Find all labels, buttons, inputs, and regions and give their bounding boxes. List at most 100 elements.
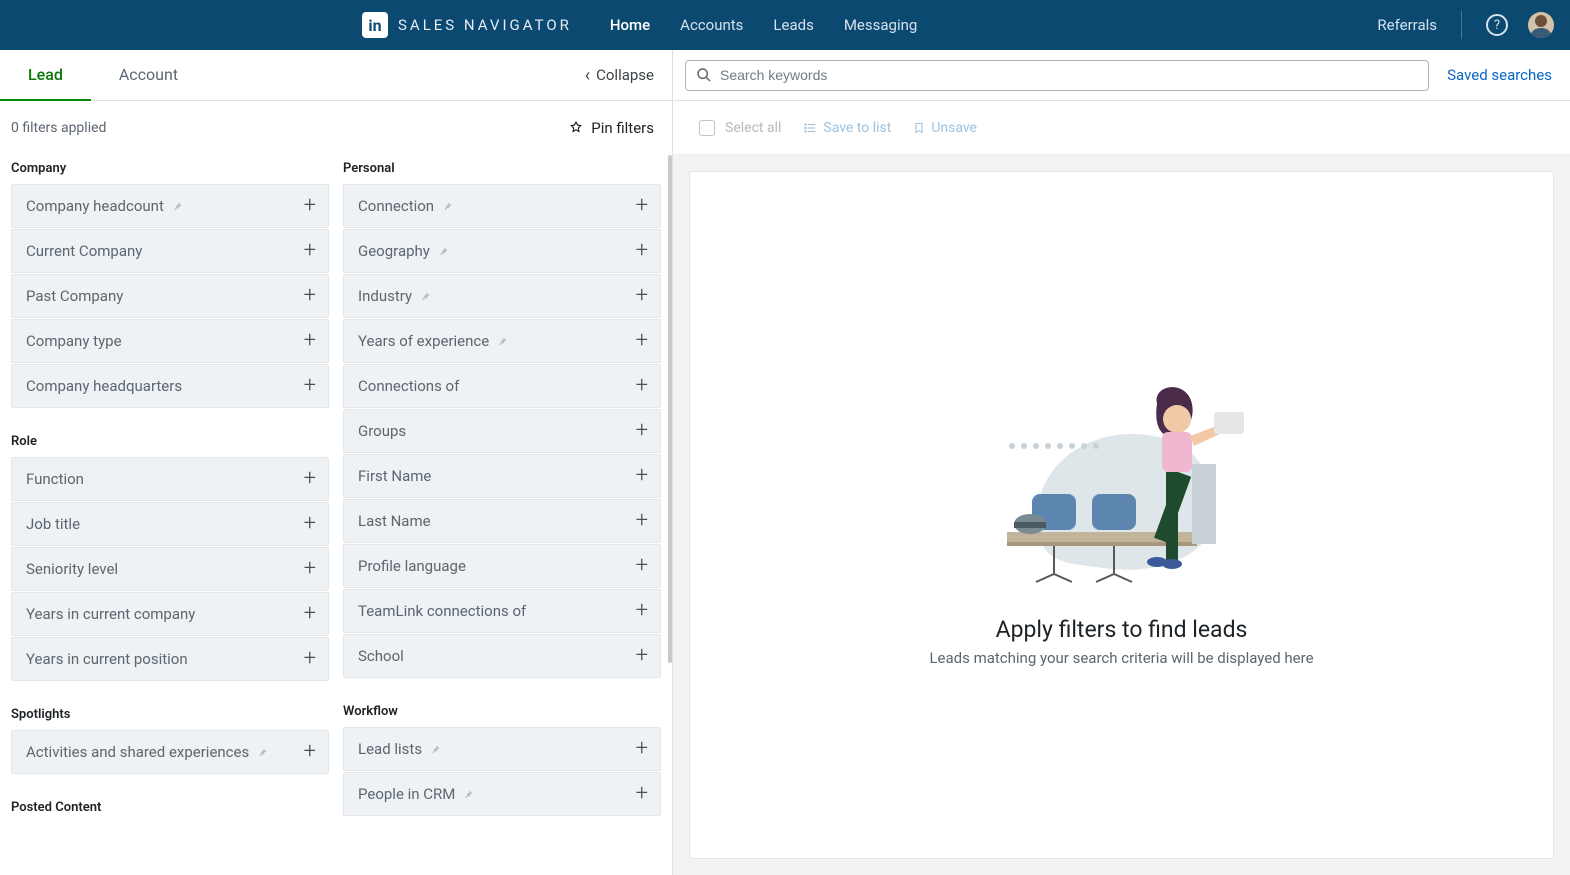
search-input[interactable] — [720, 67, 1418, 83]
filter-profile-language[interactable]: Profile language+ — [343, 544, 661, 588]
filter-past-company[interactable]: Past Company+ — [11, 274, 329, 318]
filters-columns: Company Company headcount+Current Compan… — [11, 155, 661, 823]
plus-icon: + — [636, 738, 648, 760]
divider — [1461, 11, 1462, 39]
referrals-link[interactable]: Referrals — [1377, 16, 1437, 34]
filter-label: People in CRM — [358, 785, 455, 803]
filter-groups[interactable]: Groups+ — [343, 409, 661, 453]
avatar[interactable] — [1528, 12, 1554, 38]
select-all-checkbox[interactable] — [699, 120, 715, 136]
pin-filters-button[interactable]: Pin filters — [569, 119, 654, 137]
pin-icon — [257, 747, 268, 758]
filter-years-in-current-company[interactable]: Years in current company + — [11, 592, 329, 636]
filter-label: Connections of — [358, 377, 459, 395]
filter-current-company[interactable]: Current Company+ — [11, 229, 329, 273]
filters-col-right: Personal Connection+Geography+Industry+Y… — [343, 155, 661, 823]
filter-label: Job title — [26, 515, 80, 533]
pin-icon — [430, 744, 441, 755]
filter-years-of-experience[interactable]: Years of experience + — [343, 319, 661, 363]
empty-subtitle: Leads matching your search criteria will… — [929, 649, 1313, 667]
plus-icon: + — [304, 375, 316, 397]
plus-icon: + — [636, 195, 648, 217]
filter-activities-and-shared-experiences[interactable]: Activities and shared experiences+ — [11, 730, 329, 774]
filter-connections-of[interactable]: Connections of + — [343, 364, 661, 408]
empty-title: Apply filters to find leads — [996, 616, 1248, 643]
filters-applied-label: 0 filters applied — [11, 120, 106, 136]
linkedin-icon: in — [362, 12, 388, 38]
filter-years-in-current-position[interactable]: Years in current position+ — [11, 637, 329, 681]
nav-link-accounts[interactable]: Accounts — [680, 16, 743, 34]
tab-account[interactable]: Account — [91, 50, 206, 101]
empty-illustration — [992, 364, 1252, 604]
top-nav: in SALES NAVIGATOR Home Accounts Leads M… — [0, 0, 1570, 50]
plus-icon: + — [304, 648, 316, 670]
plus-icon: + — [636, 285, 648, 307]
filter-function[interactable]: Function+ — [11, 457, 329, 501]
filter-label: Seniority level — [26, 560, 118, 578]
tabs-row: Lead Account ‹ Collapse — [0, 50, 672, 101]
unsave-button[interactable]: Unsave — [913, 120, 977, 136]
plus-icon: + — [636, 240, 648, 262]
nav-left: in SALES NAVIGATOR Home Accounts Leads M… — [362, 12, 917, 38]
nav-link-home[interactable]: Home — [610, 16, 650, 34]
saved-searches-link[interactable]: Saved searches — [1447, 66, 1552, 84]
results-panel: Saved searches Select all Save to list U… — [673, 50, 1570, 875]
filter-company-headquarters[interactable]: Company headquarters + — [11, 364, 329, 408]
filter-industry[interactable]: Industry + — [343, 274, 661, 318]
nav-right: Referrals ? — [1377, 11, 1554, 39]
filter-connection[interactable]: Connection+ — [343, 184, 661, 228]
filter-seniority-level[interactable]: Seniority level + — [11, 547, 329, 591]
plus-icon: + — [304, 513, 316, 535]
filter-label: TeamLink connections of — [358, 602, 526, 620]
chevron-left-icon: ‹ — [585, 65, 590, 86]
nav-link-messaging[interactable]: Messaging — [844, 16, 917, 34]
filter-lead-lists[interactable]: Lead lists+ — [343, 727, 661, 771]
filter-label: Years in current company — [26, 605, 195, 623]
pin-icon — [442, 201, 453, 212]
filter-first-name[interactable]: First Name + — [343, 454, 661, 498]
filter-school[interactable]: School+ — [343, 634, 661, 678]
filter-label: Company headquarters — [26, 377, 182, 395]
plus-icon: + — [636, 375, 648, 397]
select-all[interactable]: Select all — [699, 120, 781, 136]
filter-label: Last Name — [358, 512, 431, 530]
nav-links: Home Accounts Leads Messaging — [610, 16, 917, 34]
search-field[interactable] — [685, 60, 1429, 91]
main: Lead Account ‹ Collapse 0 filters applie… — [0, 50, 1570, 875]
filter-people-in-crm[interactable]: People in CRM+ — [343, 772, 661, 816]
filter-geography[interactable]: Geography+ — [343, 229, 661, 273]
pin-icon — [463, 789, 474, 800]
scrollbar[interactable] — [668, 155, 672, 663]
plus-icon: + — [636, 465, 648, 487]
filter-label: Industry — [358, 287, 412, 305]
bookmark-icon — [913, 121, 925, 135]
filter-teamlink-connections-of[interactable]: TeamLink connections of+ — [343, 589, 661, 633]
tab-lead[interactable]: Lead — [0, 50, 91, 101]
filter-company-headcount[interactable]: Company headcount+ — [11, 184, 329, 228]
nav-link-leads[interactable]: Leads — [773, 16, 813, 34]
filter-job-title[interactable]: Job title + — [11, 502, 329, 546]
filter-company-type[interactable]: Company type+ — [11, 319, 329, 363]
plus-icon: + — [304, 240, 316, 262]
save-to-list-button[interactable]: Save to list — [803, 120, 891, 136]
filter-label: First Name — [358, 467, 431, 485]
plus-icon: + — [304, 468, 316, 490]
collapse-button[interactable]: ‹ Collapse — [585, 65, 654, 86]
help-icon[interactable]: ? — [1486, 14, 1508, 36]
plus-icon: + — [304, 603, 316, 625]
plus-icon: + — [636, 510, 648, 532]
plus-icon: + — [636, 330, 648, 352]
filter-last-name[interactable]: Last Name + — [343, 499, 661, 543]
plus-icon: + — [304, 558, 316, 580]
filter-label: Company headcount — [26, 197, 164, 215]
section-personal-title: Personal — [343, 161, 661, 176]
brand[interactable]: in SALES NAVIGATOR — [362, 12, 572, 38]
tabs: Lead Account — [0, 50, 206, 101]
filters-scroll[interactable]: Company Company headcount+Current Compan… — [0, 155, 672, 875]
filter-label: Years of experience — [358, 332, 489, 350]
section-workflow-title: Workflow — [343, 704, 661, 719]
brand-text: SALES NAVIGATOR — [398, 16, 572, 34]
filter-label: Groups — [358, 422, 406, 440]
pin-icon — [569, 121, 583, 135]
save-to-list-label: Save to list — [823, 120, 891, 136]
